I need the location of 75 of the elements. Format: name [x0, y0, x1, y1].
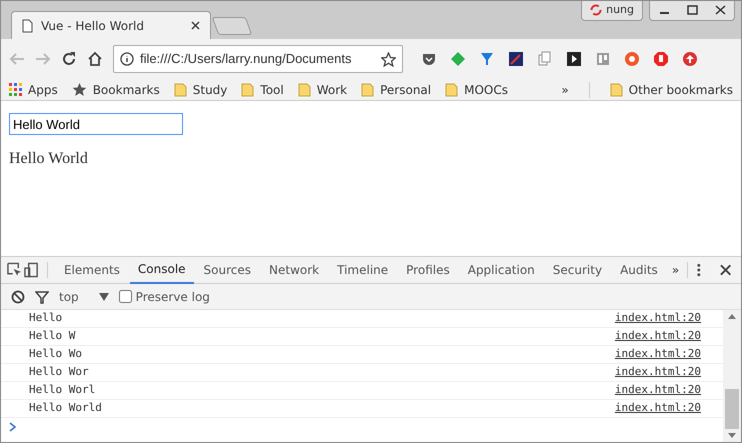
page-text: Hello World — [9, 149, 89, 169]
star-icon[interactable] — [381, 52, 396, 66]
bookmark[interactable]: Work — [298, 80, 348, 98]
close-icon[interactable] — [720, 264, 731, 276]
source-link[interactable]: index.html:20 — [614, 364, 701, 381]
more-icon[interactable] — [696, 262, 702, 278]
hand-icon[interactable] — [653, 51, 669, 67]
folder-icon — [174, 82, 187, 96]
inspect-icon[interactable] — [7, 262, 22, 278]
folder-icon — [610, 82, 623, 96]
gauge-icon[interactable] — [508, 51, 524, 67]
clear-icon[interactable] — [11, 290, 25, 304]
grid-icon — [9, 83, 22, 96]
log-message: Hello World — [29, 400, 102, 416]
bookmark[interactable]: MOOCs — [445, 80, 508, 98]
close-icon[interactable] — [191, 21, 200, 30]
devtools-tab[interactable]: Profiles — [398, 256, 458, 284]
device-icon[interactable] — [24, 262, 40, 278]
bookmark[interactable]: Bookmarks — [72, 80, 160, 98]
scrollbar[interactable] — [723, 310, 741, 442]
filter-icon[interactable] — [35, 290, 49, 304]
devtools-tab[interactable]: Application — [460, 256, 543, 284]
devtools-tab[interactable]: Elements — [56, 256, 128, 284]
overflow-chevron[interactable]: » — [561, 80, 569, 98]
star-icon — [72, 82, 87, 97]
dropdown-icon[interactable] — [98, 292, 109, 300]
scrollbar-thumb[interactable] — [725, 389, 739, 429]
address-bar[interactable]: file:///C:/Users/larry.nung/Documents — [113, 45, 403, 73]
bookmark[interactable]: Apps — [9, 80, 58, 98]
prompt-icon[interactable] — [9, 422, 17, 432]
sync-icon — [590, 4, 602, 16]
close-icon[interactable] — [712, 4, 728, 16]
bookmark[interactable]: Other bookmarks — [610, 80, 733, 98]
board-icon[interactable] — [595, 51, 611, 67]
log-message: Hello W — [29, 328, 76, 344]
folder-icon — [241, 82, 254, 96]
text-input[interactable]: Hello World — [9, 113, 183, 135]
devtools-tab[interactable]: Sources — [196, 256, 260, 284]
info-icon — [120, 52, 134, 66]
maximize-icon[interactable] — [684, 4, 700, 16]
profile-button[interactable]: nung — [581, 1, 643, 20]
lifebuoy-icon[interactable] — [624, 51, 640, 67]
log-message: Hello Wor — [29, 364, 89, 380]
source-link[interactable]: index.html:20 — [614, 400, 701, 417]
checkbox-label: Preserve log — [136, 288, 210, 306]
source-link[interactable]: index.html:20 — [614, 328, 701, 345]
up-arrow-icon[interactable] — [728, 314, 736, 319]
source-link[interactable]: index.html:20 — [614, 382, 701, 399]
down-arrow-icon[interactable] — [728, 433, 736, 438]
source-link[interactable]: index.html:20 — [614, 310, 701, 327]
home-icon[interactable] — [87, 51, 103, 67]
pocket-icon[interactable] — [421, 51, 437, 67]
log-message: Hello Worl — [29, 382, 96, 398]
folder-icon — [361, 82, 374, 96]
log-message: Hello Wo — [29, 346, 82, 362]
devtools-tab[interactable]: Security — [544, 256, 610, 284]
bookmark[interactable]: Personal — [361, 80, 432, 98]
bookmark[interactable]: Study — [174, 80, 228, 98]
folder-icon — [298, 82, 311, 96]
reload-icon[interactable] — [61, 51, 77, 67]
devtools-tab[interactable]: Audits — [612, 256, 666, 284]
devtools-tab[interactable]: Network — [261, 256, 328, 284]
folder-icon — [445, 82, 458, 96]
funnel-icon[interactable] — [479, 51, 495, 67]
checkbox[interactable] — [118, 290, 132, 303]
devtools-tab[interactable]: Timeline — [329, 256, 396, 284]
log-message: Hello — [29, 310, 62, 326]
overflow-chevron[interactable]: » — [672, 261, 680, 279]
browser-tab[interactable]: Vue - Hello World — [11, 11, 211, 39]
context-selector[interactable]: top — [59, 288, 79, 306]
page-icon — [22, 18, 33, 32]
copy-icon[interactable] — [537, 51, 553, 67]
source-link[interactable]: index.html:20 — [614, 346, 701, 363]
bookmark[interactable]: Tool — [241, 80, 284, 98]
play-icon[interactable] — [566, 51, 582, 67]
